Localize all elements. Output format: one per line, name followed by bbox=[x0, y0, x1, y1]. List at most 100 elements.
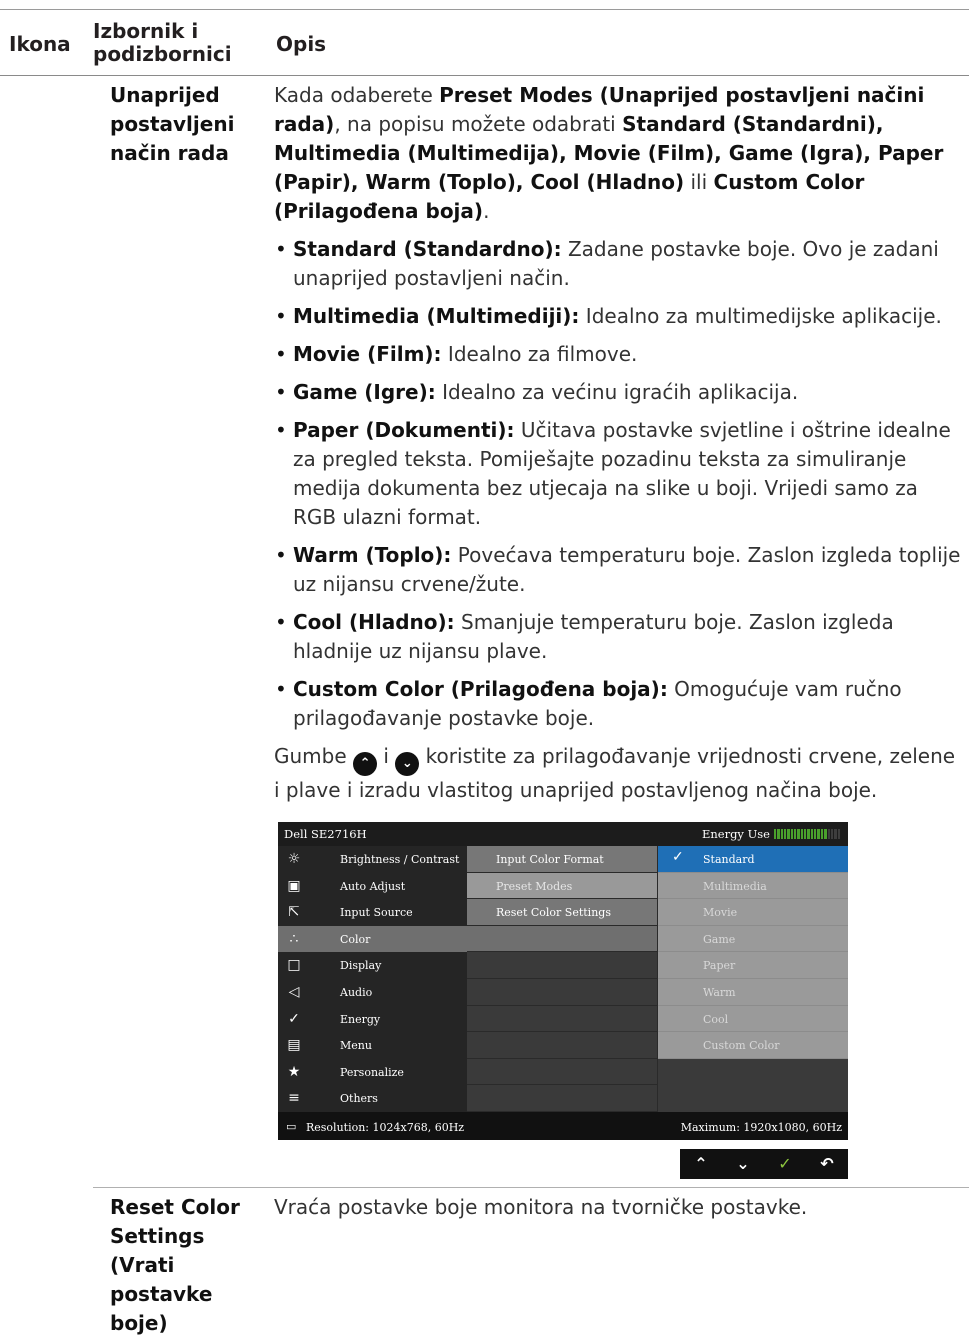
osd-submenu-blank bbox=[467, 925, 657, 953]
star-icon: ★ bbox=[287, 1063, 301, 1080]
osd-menu-color[interactable]: ∴ Color bbox=[278, 925, 467, 953]
up-arrow-button[interactable]: ⌃ bbox=[680, 1149, 722, 1179]
header-icon: Ikona bbox=[9, 32, 71, 56]
energy-segment bbox=[827, 829, 830, 839]
checkmark-icon: ✓ bbox=[778, 1154, 792, 1173]
energy-segment bbox=[777, 829, 780, 839]
submenu-preset-modes: Unaprijed postavljeni način rada bbox=[110, 83, 235, 165]
energy-segment bbox=[804, 829, 807, 839]
header-rule bbox=[0, 75, 969, 76]
others-icon: ≡ bbox=[288, 1090, 300, 1107]
osd-option-standard[interactable]: ✓ Standard bbox=[658, 846, 848, 873]
energy-segment bbox=[784, 829, 787, 839]
top-rule bbox=[0, 9, 969, 10]
osd-option-blank bbox=[658, 1058, 848, 1085]
mode-paper: Paper (Dokumenti): Učitava postavke svje… bbox=[274, 416, 964, 532]
energy-segment bbox=[800, 829, 804, 839]
osd-menu-display[interactable]: □ Display bbox=[278, 952, 467, 979]
up-button-icon: ⌃ bbox=[353, 752, 378, 776]
row-divider bbox=[93, 1187, 969, 1188]
osd-menu-auto-adjust[interactable]: ▣ Auto Adjust bbox=[278, 873, 467, 900]
input-source-icon: ⇱ bbox=[288, 904, 300, 921]
energy-segment bbox=[807, 829, 810, 839]
osd-maximum-resolution: Maximum: 1920x1080, 60Hz bbox=[680, 1121, 842, 1134]
audio-icon: ◁ bbox=[288, 984, 300, 1000]
osd-submenu-reset-color[interactable]: Reset Color Settings bbox=[467, 899, 657, 926]
osd-status-bar: ▭ Resolution: 1024x768, 60Hz Maximum: 19… bbox=[278, 1112, 848, 1140]
energy-icon: ✓ bbox=[288, 1010, 300, 1027]
mode-list: Standard (Standardno): Zadane postavke b… bbox=[274, 235, 964, 733]
osd-submenu-blank bbox=[467, 1085, 657, 1112]
osd-submenu-input-color-format[interactable]: Input Color Format bbox=[467, 846, 657, 873]
energy-segment bbox=[794, 829, 797, 839]
energy-segment bbox=[790, 829, 794, 839]
osd-preset-options: ✓ Standard Multimedia Movie Game Paper Wa… bbox=[658, 846, 848, 1112]
brightness-icon: ☼ bbox=[287, 851, 301, 867]
osd-menu-menu[interactable]: ▤ Menu bbox=[278, 1032, 467, 1059]
up-arrow-icon: ⌃ bbox=[694, 1154, 708, 1173]
osd-submenu-blank bbox=[467, 1058, 657, 1086]
back-button[interactable]: ↶ bbox=[806, 1149, 848, 1179]
osd-option-movie[interactable]: Movie bbox=[658, 899, 848, 926]
description-preset-modes: Kada odaberete Preset Modes (Unaprijed p… bbox=[274, 81, 964, 805]
osd-menu-input-source[interactable]: ⇱ Input Source bbox=[278, 899, 467, 926]
osd-option-custom-color[interactable]: Custom Color bbox=[658, 1032, 848, 1059]
osd-option-game[interactable]: Game bbox=[658, 925, 848, 953]
resolution-icon: ▭ bbox=[286, 1120, 297, 1133]
confirm-button[interactable]: ✓ bbox=[764, 1149, 806, 1179]
energy-segment bbox=[787, 829, 790, 839]
energy-segment bbox=[774, 829, 777, 839]
osd-option-paper[interactable]: Paper bbox=[658, 952, 848, 979]
osd-submenu-blank bbox=[467, 1005, 657, 1033]
osd-submenu-preset-modes[interactable]: Preset Modes bbox=[467, 872, 657, 900]
energy-segment bbox=[837, 829, 840, 839]
intro-paragraph: Kada odaberete Preset Modes (Unaprijed p… bbox=[274, 83, 944, 223]
energy-segment bbox=[817, 829, 820, 839]
osd-option-warm[interactable]: Warm bbox=[658, 979, 848, 1006]
color-icon: ∴ bbox=[289, 930, 299, 947]
osd-main-menu: ☼ Brightness / Contrast ▣ Auto Adjust ⇱ Inp… bbox=[278, 846, 467, 1112]
osd-submenu-blank bbox=[467, 1032, 657, 1059]
osd-submenu-blank bbox=[467, 979, 657, 1006]
energy-segment bbox=[810, 829, 814, 839]
mode-multimedia: Multimedia (Multimediji): Idealno za mul… bbox=[274, 302, 964, 331]
energy-segment bbox=[820, 829, 824, 839]
osd-title-bar: Dell SE2716H Energy Use bbox=[278, 822, 848, 846]
header-menu: Izbornik i podizbornici bbox=[93, 19, 232, 66]
energy-meter bbox=[774, 829, 840, 839]
mode-standard: Standard (Standardno): Zadane postavke b… bbox=[274, 235, 964, 293]
osd-option-cool[interactable]: Cool bbox=[658, 1005, 848, 1033]
osd-submenu-blank bbox=[467, 952, 657, 979]
auto-adjust-icon: ▣ bbox=[287, 877, 301, 894]
mode-game: Game (Igre): Idealno za većinu igraćih a… bbox=[274, 378, 964, 407]
osd-menu-brightness[interactable]: ☼ Brightness / Contrast bbox=[278, 846, 467, 873]
osd-menu-energy[interactable]: ✓ Energy bbox=[278, 1006, 467, 1033]
energy-segment bbox=[824, 829, 827, 839]
menu-icon: ▤ bbox=[287, 1037, 301, 1054]
down-arrow-icon: ⌄ bbox=[736, 1154, 750, 1173]
description-reset-color-settings: Vraća postavke boje monitora na tvorničk… bbox=[274, 1195, 808, 1219]
back-icon: ↶ bbox=[820, 1154, 834, 1173]
osd-model-name: Dell SE2716H bbox=[284, 827, 367, 841]
osd-resolution: Resolution: 1024x768, 60Hz bbox=[306, 1121, 465, 1134]
down-button-icon: ⌄ bbox=[395, 752, 420, 776]
osd-color-submenu: Input Color Format Preset Modes Reset Co… bbox=[467, 846, 657, 1112]
down-arrow-button[interactable]: ⌄ bbox=[722, 1149, 764, 1179]
energy-segment bbox=[814, 829, 817, 839]
energy-use-label: Energy Use bbox=[701, 827, 770, 841]
osd-menu-personalize[interactable]: ★ Personalize bbox=[278, 1059, 467, 1086]
energy-segment bbox=[830, 829, 834, 839]
check-icon: ✓ bbox=[672, 849, 684, 865]
osd-menu-screenshot: Dell SE2716H Energy Use ☼ Brightness / Co… bbox=[278, 822, 848, 1140]
closing-paragraph: Gumbe ⌃ i ⌄ koristite za prilagođavanje … bbox=[274, 744, 956, 802]
osd-option-multimedia[interactable]: Multimedia bbox=[658, 872, 848, 900]
energy-segment bbox=[780, 829, 784, 839]
osd-button-bar: ⌃ ⌄ ✓ ↶ bbox=[680, 1149, 848, 1179]
submenu-reset-color-settings: Reset Color Settings (Vrati postavke boj… bbox=[110, 1195, 240, 1335]
mode-cool: Cool (Hladno): Smanjuje temperaturu boje… bbox=[274, 608, 964, 666]
mode-warm: Warm (Toplo): Povećava temperaturu boje.… bbox=[274, 541, 964, 599]
osd-menu-others[interactable]: ≡ Others bbox=[278, 1085, 467, 1112]
mode-custom-color: Custom Color (Prilagođena boja): Omoguću… bbox=[274, 675, 964, 733]
osd-menu-audio[interactable]: ◁ Audio bbox=[278, 979, 467, 1006]
display-icon: □ bbox=[287, 957, 301, 974]
